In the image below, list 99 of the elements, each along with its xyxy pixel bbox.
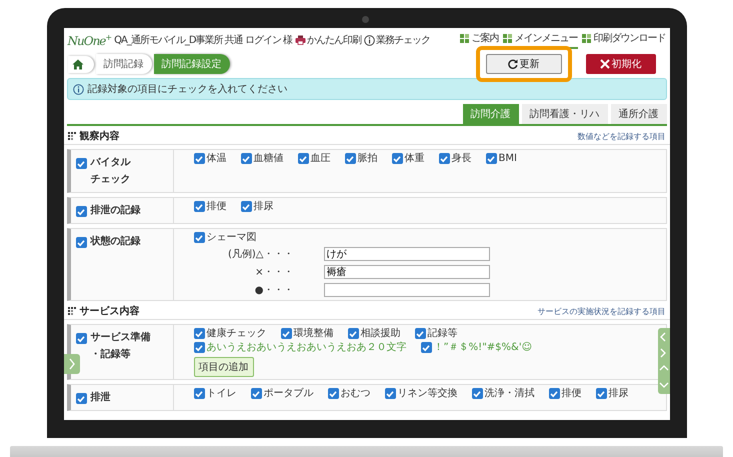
breadcrumb-item[interactable]: 訪問記録設定 — [154, 54, 230, 74]
checkbox[interactable] — [194, 328, 204, 339]
section-link[interactable]: 数値などを記録する項目 — [578, 130, 666, 142]
home-button[interactable] — [68, 56, 94, 72]
checkbox-label: トイレ — [206, 387, 236, 400]
checkbox[interactable] — [76, 333, 86, 344]
checkbox-label: 排尿 — [254, 200, 274, 213]
checkbox[interactable] — [420, 342, 432, 353]
checkbox-label: 健康チェック — [206, 327, 266, 340]
grid-icon — [68, 132, 76, 140]
legend-input[interactable]: けが — [324, 246, 490, 260]
checkbox[interactable] — [194, 342, 204, 353]
add-item-button[interactable]: 項目の追加 — [194, 357, 254, 377]
checkbox[interactable] — [194, 232, 204, 243]
legend-input[interactable]: 褥瘡 — [324, 264, 490, 278]
checkbox[interactable] — [76, 206, 86, 217]
printer-icon — [295, 35, 306, 45]
reset-button[interactable]: 初期化 — [586, 54, 656, 74]
checkbox[interactable] — [438, 153, 450, 164]
legend-label: (凡例)△・・・ — [227, 248, 294, 260]
checkbox[interactable] — [76, 237, 86, 248]
checkbox-label: BMI — [498, 152, 517, 165]
checkbox[interactable] — [414, 328, 426, 339]
checkbox-label: 環境整備 — [294, 327, 334, 340]
tab[interactable]: 通所介護 — [610, 104, 666, 124]
notice-text: 記録対象の項目にチェックを入れてください — [88, 82, 288, 96]
legend-label: ×・・・ — [254, 266, 294, 278]
breadcrumb-item[interactable]: 訪問記録 — [96, 54, 152, 74]
checkbox-label: 排便 — [562, 387, 582, 400]
grid-icon — [582, 34, 590, 42]
checkbox[interactable] — [76, 158, 86, 169]
section-link[interactable]: サービスの実施状況を記録する項目 — [538, 306, 666, 316]
right-chevron-icon — [658, 348, 668, 358]
checkbox-label: 体温 — [206, 152, 226, 165]
checkbox[interactable] — [280, 328, 292, 339]
checkbox-label: あいうえおあいうえおあいうえおあ２０文字 — [206, 341, 406, 354]
checkbox-label: 身長 — [452, 152, 472, 165]
checkbox[interactable] — [328, 388, 338, 399]
checkbox-label: 相談援助 — [360, 327, 400, 340]
checkbox-label: ！”＃＄%!"#$%&'☺ — [434, 341, 532, 354]
checkbox[interactable] — [472, 388, 482, 399]
checkbox-label: シェーマ図 — [206, 231, 256, 244]
tool-link[interactable]: 業務チェック — [364, 33, 430, 47]
checkbox[interactable] — [548, 388, 560, 399]
menu-item[interactable]: メインメニュー — [502, 31, 578, 49]
checkbox[interactable] — [384, 388, 396, 399]
close-icon — [600, 59, 610, 69]
checkbox-label: 記録等 — [428, 327, 458, 340]
user-name: QA_通所モバイル_D事業所 共通 ログイン 様 — [114, 34, 292, 47]
checkbox-label: ポータブル — [264, 387, 314, 400]
checkbox-label: 血圧 — [310, 152, 330, 165]
expand-button[interactable] — [64, 354, 80, 374]
checkbox[interactable] — [194, 388, 204, 399]
info-icon — [72, 84, 84, 94]
tab[interactable]: 訪問看護・リハ — [522, 104, 608, 124]
group-label: 排泄の記録 — [90, 204, 140, 218]
legend-label: ●・・・ — [254, 284, 294, 296]
menu-item[interactable]: 印刷ダウンロード — [582, 31, 666, 49]
home-icon — [72, 58, 84, 70]
camera-icon — [362, 16, 368, 23]
grid-icon — [460, 34, 468, 42]
group-label: 排泄 — [90, 390, 110, 405]
logo: NuOne$^{+}$ — [68, 32, 112, 48]
checkbox[interactable] — [348, 328, 358, 339]
checkbox[interactable] — [240, 201, 252, 212]
right-chevron-icon — [68, 358, 76, 370]
checkbox-label: おむつ — [340, 387, 370, 400]
refresh-icon — [508, 59, 518, 69]
legend-input[interactable] — [324, 282, 490, 296]
section-title: サービス内容 — [80, 304, 140, 318]
checkbox[interactable] — [194, 201, 204, 212]
checkbox-label: 体重 — [404, 152, 424, 165]
checkbox[interactable] — [596, 388, 606, 399]
checkbox[interactable] — [344, 153, 356, 164]
grid-icon — [502, 34, 512, 42]
checkbox[interactable] — [250, 388, 262, 399]
grid-icon — [68, 306, 76, 316]
group-label: バイタル チェック — [90, 156, 130, 187]
checkbox-label: リネン等交換 — [398, 387, 458, 400]
menu-item[interactable]: ご案内 — [460, 31, 498, 49]
checkbox[interactable] — [194, 153, 204, 164]
section-title: 観察内容 — [80, 129, 120, 143]
info-icon — [364, 34, 376, 46]
refresh-button[interactable]: 更新 — [486, 54, 562, 74]
checkbox[interactable] — [240, 153, 252, 164]
checkbox[interactable] — [486, 153, 496, 164]
left-chevron-icon — [658, 332, 668, 342]
checkbox[interactable] — [298, 153, 308, 164]
checkbox-label: 血糖値 — [254, 152, 284, 165]
checkbox-label: 洗浄・清拭 — [484, 387, 534, 400]
checkbox[interactable] — [76, 393, 86, 404]
group-label: サービス準備 ・記録等 — [90, 330, 150, 362]
checkbox-label: 排尿 — [608, 387, 628, 400]
tab[interactable]: 訪問介護 — [462, 104, 518, 124]
checkbox[interactable] — [392, 153, 402, 164]
tool-link[interactable]: かんたん印刷 — [295, 33, 362, 47]
checkbox-label: 脈拍 — [358, 152, 378, 165]
checkbox-label: 排便 — [206, 200, 226, 213]
group-label: 状態の記録 — [90, 234, 140, 249]
